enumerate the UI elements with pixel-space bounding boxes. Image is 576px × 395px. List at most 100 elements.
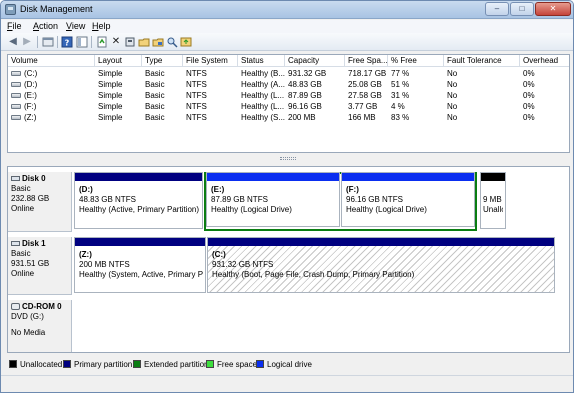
properties-icon[interactable]: [124, 36, 136, 48]
volume-file-system: NTFS: [186, 91, 207, 100]
column-header-percent-free[interactable]: % Free: [388, 55, 444, 67]
volume-name: (F:): [24, 102, 37, 111]
partition-label: (D:): [79, 185, 93, 194]
cdrom-drive: DVD (G:): [11, 312, 44, 321]
volume-row[interactable]: (Z:) Simple Basic NTFS Healthy (S... 200…: [8, 112, 569, 123]
pane-splitter[interactable]: [1, 154, 573, 164]
explore-icon[interactable]: [152, 36, 164, 48]
drive-icon: [11, 82, 21, 88]
partition-z[interactable]: (Z:) 200 MB NTFS Healthy (System, Active…: [74, 237, 206, 293]
partition-label: (E:): [211, 185, 225, 194]
show-hide-console-icon[interactable]: [76, 36, 88, 48]
legend-item-logical-drive: Logical drive: [256, 360, 312, 369]
disk-row-cdrom-0[interactable]: CD-ROM 0 DVD (G:) No Media: [8, 300, 569, 352]
partition-status: Healthy (Active, Primary Partition): [79, 205, 200, 214]
menu-action[interactable]: Action: [33, 21, 58, 31]
disk-info-cdrom-0[interactable]: CD-ROM 0 DVD (G:) No Media: [8, 300, 72, 352]
drive-icon: [11, 93, 21, 99]
column-header-overhead[interactable]: Overhead: [520, 55, 571, 67]
disk-management-app-icon: [5, 4, 16, 15]
help-icon[interactable]: ?: [61, 36, 73, 48]
volume-free-space: 718.17 GB: [348, 69, 387, 78]
svg-text:?: ?: [65, 39, 70, 48]
partition-c[interactable]: (C:) 931.32 GB NTFS Healthy (Boot, Page …: [207, 237, 555, 293]
partition-size: 931.32 GB NTFS: [212, 260, 274, 269]
volume-capacity: 48.83 GB: [288, 80, 322, 89]
disk-row-disk-1[interactable]: Disk 1 Basic 931.51 GB Online (Z:) 200 M…: [8, 237, 569, 295]
volume-overhead: 0%: [523, 102, 535, 111]
column-header-capacity[interactable]: Capacity: [285, 55, 345, 67]
volume-row[interactable]: (E:) Simple Basic NTFS Healthy (L... 87.…: [8, 90, 569, 101]
column-header-type[interactable]: Type: [142, 55, 183, 67]
legend-swatch: [133, 360, 141, 368]
volume-fault-tolerance: No: [447, 80, 458, 89]
volume-percent-free: 77 %: [391, 69, 410, 78]
logical-drive-bar: [342, 173, 474, 181]
volume-fault-tolerance: No: [447, 91, 458, 100]
partition-label: (F:): [346, 185, 359, 194]
partition-d[interactable]: (D:) 48.83 GB NTFS Healthy (Active, Prim…: [74, 172, 203, 229]
up-level-icon[interactable]: [42, 36, 54, 48]
rescan-icon[interactable]: [180, 36, 192, 48]
forward-arrow-icon[interactable]: ▶: [21, 36, 33, 48]
legend-label: Logical drive: [267, 360, 312, 369]
volume-type: Basic: [145, 102, 165, 111]
partition-size: 48.83 GB NTFS: [79, 195, 136, 204]
volume-percent-free: 4 %: [391, 102, 405, 111]
volume-row[interactable]: (F:) Simple Basic NTFS Healthy (L... 96.…: [8, 101, 569, 112]
primary-partition-bar: [75, 238, 205, 246]
column-header-fault-tolerance[interactable]: Fault Tolerance: [444, 55, 520, 67]
graphical-disk-view: Disk 0 Basic 232.88 GB Online (D:) 48.83…: [7, 166, 570, 353]
legend-label: Extended partition: [144, 360, 209, 369]
delete-icon[interactable]: ✕: [110, 36, 122, 48]
column-header-layout[interactable]: Layout: [95, 55, 142, 67]
volume-status: Healthy (L...: [241, 91, 285, 100]
splitter-grip[interactable]: [280, 157, 296, 160]
disk-size: 232.88 GB: [11, 194, 50, 203]
volume-status: Healthy (S...: [241, 113, 285, 122]
volume-capacity: 87.89 GB: [288, 91, 322, 100]
menu-help[interactable]: Help: [92, 21, 111, 31]
maximize-button[interactable]: □: [510, 2, 534, 16]
disk-size: 931.51 GB: [11, 259, 50, 268]
volume-layout: Simple: [98, 91, 123, 100]
search-icon[interactable]: [166, 36, 178, 48]
toolbar: ◀ ▶ ? ✕: [1, 33, 573, 51]
volume-row[interactable]: (C:) Simple Basic NTFS Healthy (B... 931…: [8, 68, 569, 79]
legend-label: Primary partition: [74, 360, 133, 369]
disk-management-window: Disk Management – □ ✕ File Action View H…: [0, 0, 574, 393]
partition-e[interactable]: (E:) 87.89 GB NTFS Healthy (Logical Driv…: [206, 172, 340, 227]
volume-free-space: 3.77 GB: [348, 102, 378, 111]
legend: Unallocated Primary partition Extended p…: [7, 357, 570, 371]
refresh-icon[interactable]: [96, 36, 108, 48]
volume-layout: Simple: [98, 113, 123, 122]
volume-fault-tolerance: No: [447, 69, 458, 78]
volume-list[interactable]: Volume Layout Type File System Status Ca…: [7, 54, 570, 153]
partition-f[interactable]: (F:) 96.16 GB NTFS Healthy (Logical Driv…: [341, 172, 475, 227]
unallocated-space[interactable]: 9 MB Unallo: [480, 172, 506, 229]
column-header-free-space[interactable]: Free Spa...: [345, 55, 388, 67]
column-header-status[interactable]: Status: [238, 55, 285, 67]
volume-row[interactable]: (D:) Simple Basic NTFS Healthy (A... 48.…: [8, 79, 569, 90]
close-button[interactable]: ✕: [535, 2, 571, 16]
partition-status: Healthy (Logical Drive): [346, 205, 427, 214]
volume-type: Basic: [145, 80, 165, 89]
menu-view[interactable]: View: [66, 21, 85, 31]
back-arrow-icon[interactable]: ◀: [7, 36, 19, 48]
menu-file[interactable]: File: [7, 21, 22, 31]
drive-icon: [11, 71, 21, 77]
menu-view-label: iew: [71, 21, 86, 31]
disk-info-disk-0[interactable]: Disk 0 Basic 232.88 GB Online: [8, 172, 72, 232]
partition-status: Healthy (System, Active, Primary Part: [79, 270, 203, 279]
disk-row-disk-0[interactable]: Disk 0 Basic 232.88 GB Online (D:) 48.83…: [8, 172, 569, 232]
volume-type: Basic: [145, 91, 165, 100]
minimize-button[interactable]: –: [485, 2, 509, 16]
menu-action-label: ction: [39, 21, 59, 31]
partition-size: 87.89 GB NTFS: [211, 195, 268, 204]
disk-info-disk-1[interactable]: Disk 1 Basic 931.51 GB Online: [8, 237, 72, 295]
legend-swatch: [9, 360, 17, 368]
column-header-volume[interactable]: Volume: [8, 55, 95, 67]
volume-percent-free: 51 %: [391, 80, 410, 89]
open-icon[interactable]: [138, 36, 150, 48]
column-header-file-system[interactable]: File System: [183, 55, 238, 67]
